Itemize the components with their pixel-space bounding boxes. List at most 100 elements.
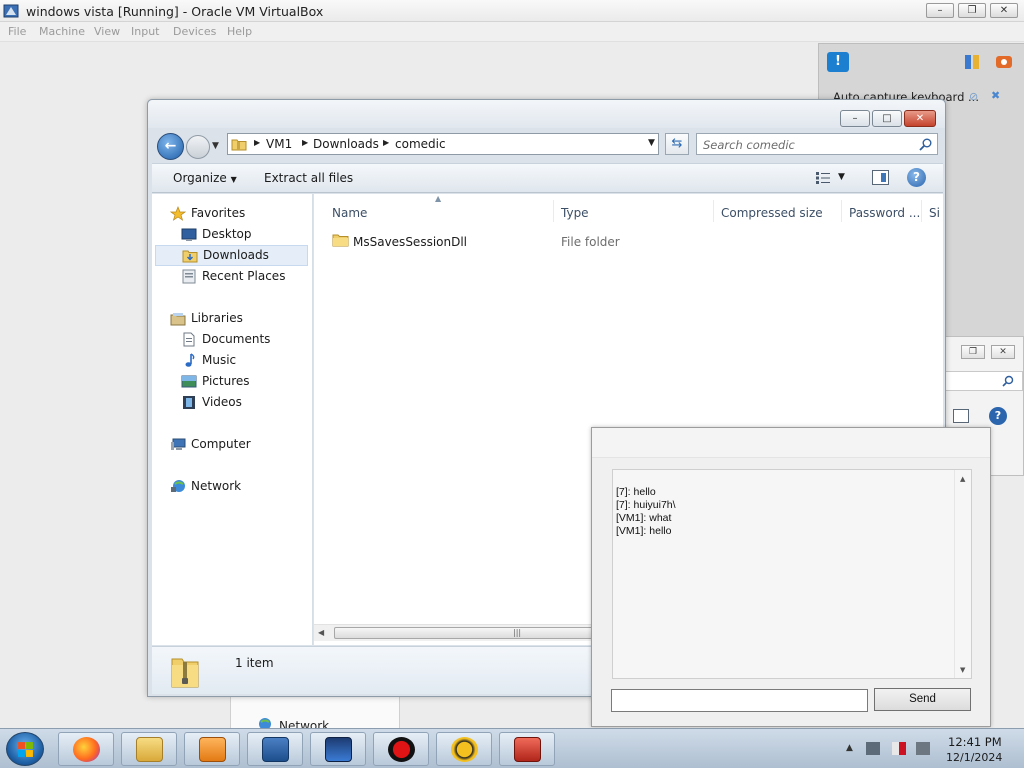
navigation-pane: Favorites Desktop Downloads Recent Place… <box>152 194 313 645</box>
menu-view[interactable]: View <box>94 25 120 38</box>
breadcrumb-arrow-icon[interactable]: ▶ <box>254 138 260 147</box>
capture-icon <box>996 56 1012 68</box>
start-button[interactable] <box>6 732 44 766</box>
item-count: 1 item <box>235 656 274 670</box>
menu-file[interactable]: File <box>8 25 26 38</box>
views-dropdown-icon[interactable]: ▼ <box>838 172 845 182</box>
taskbar-toolbox[interactable] <box>499 732 555 766</box>
close-notice-icon[interactable]: ✖ <box>991 89 1000 102</box>
minimize-button[interactable]: – <box>926 3 954 18</box>
preview-pane-icon[interactable] <box>872 170 889 185</box>
taskbar-explorer[interactable] <box>121 732 177 766</box>
breadcrumb-arrow-icon[interactable]: ▶ <box>302 138 308 147</box>
taskbar-remote-app[interactable] <box>436 732 492 766</box>
close-button[interactable]: ✕ <box>990 3 1018 18</box>
clock-time[interactable]: 12:41 PM <box>948 735 1002 749</box>
recent-pages-dropdown[interactable]: ▼ <box>212 141 219 151</box>
volume-muted-icon[interactable] <box>916 742 930 755</box>
breadcrumb-comedic[interactable]: comedic <box>395 137 446 151</box>
nav-pictures[interactable]: Pictures <box>181 372 301 392</box>
grip-icon: ||| <box>513 628 522 637</box>
back-button[interactable]: ← <box>157 133 184 160</box>
organize-button[interactable]: Organize ▼ <box>173 171 237 185</box>
record-icon <box>388 737 415 762</box>
virtualbox-icon <box>3 4 19 18</box>
nav-music[interactable]: Music <box>181 351 301 371</box>
menu-input[interactable]: Input <box>131 25 159 38</box>
mute-notice-icon[interactable]: ⊘ <box>969 90 978 103</box>
nav-label: Music <box>202 353 237 367</box>
pictures-icon <box>181 375 197 388</box>
nav-favorites[interactable]: Favorites <box>170 204 290 224</box>
views-icon[interactable] <box>815 171 831 185</box>
nav-recent-places[interactable]: Recent Places <box>181 267 311 287</box>
scroll-down-icon[interactable]: ▼ <box>960 666 965 674</box>
toolbox-icon <box>514 737 541 762</box>
taskbar-firefox[interactable] <box>58 732 114 766</box>
taskbar-recorder[interactable] <box>373 732 429 766</box>
scroll-left-icon[interactable]: ◀ <box>318 628 324 637</box>
guest-desktop: ! Auto capture keyboard ... ⊘ ✖ ❐ ✕ ? Ne… <box>0 42 1024 768</box>
info-icon: ! <box>827 52 849 72</box>
taskbar-virtualbox[interactable] <box>247 732 303 766</box>
close-button[interactable]: ✕ <box>904 110 936 127</box>
breadcrumb-arrow-icon[interactable]: ▶ <box>383 138 389 147</box>
address-dropdown-icon[interactable]: ▼ <box>648 138 655 148</box>
message-input[interactable] <box>611 689 868 712</box>
breadcrumb-vm1[interactable]: VM1 <box>266 137 292 151</box>
flag-tray-icon[interactable] <box>892 742 906 755</box>
table-row[interactable]: MsSavesSessionDll File folder <box>314 194 943 254</box>
minimize-button[interactable]: – <box>840 110 870 127</box>
search-icon[interactable] <box>919 138 932 151</box>
file-name[interactable]: MsSavesSessionDll <box>353 235 467 249</box>
send-button[interactable]: Send <box>874 688 971 711</box>
bg-search-box[interactable] <box>945 371 1023 391</box>
help-icon[interactable]: ? <box>989 407 1007 425</box>
chat-window: [7]: hello [7]: huiyui7h\ [VM1]: what [V… <box>591 427 991 727</box>
vertical-scrollbar[interactable]: ▲ ▼ <box>954 470 971 678</box>
restore-button[interactable]: ❐ <box>958 3 986 18</box>
nav-documents[interactable]: Documents <box>181 330 301 350</box>
menu-devices[interactable]: Devices <box>173 25 216 38</box>
nav-label: Libraries <box>191 311 243 325</box>
computer-icon <box>171 438 186 450</box>
address-bar[interactable]: ▶ VM1 ▶ Downloads ▶ comedic ▼ <box>227 133 659 155</box>
explorer-titlebar: – □ ✕ <box>148 100 945 128</box>
refresh-button[interactable]: ⇆ <box>665 133 689 155</box>
menu-help[interactable]: Help <box>227 25 252 38</box>
nav-downloads[interactable]: Downloads <box>155 245 308 266</box>
chat-message: [VM1]: hello <box>616 525 672 537</box>
maximize-button[interactable]: □ <box>872 110 902 127</box>
nav-label: Documents <box>202 332 271 346</box>
forward-button[interactable] <box>186 135 210 159</box>
nav-libraries[interactable]: Libraries <box>170 309 290 329</box>
bg-restore-button[interactable]: ❐ <box>961 345 985 359</box>
nav-label: Network <box>191 479 242 493</box>
nav-videos[interactable]: Videos <box>181 393 301 413</box>
preview-pane-icon[interactable] <box>953 409 969 423</box>
show-hidden-icons[interactable]: ▲ <box>846 743 853 753</box>
taskbar-media-player[interactable] <box>184 732 240 766</box>
nav-desktop[interactable]: Desktop <box>181 225 301 245</box>
taskbar-vista-app[interactable] <box>310 732 366 766</box>
nav-network[interactable]: Network <box>170 477 290 497</box>
downloads-folder-icon <box>182 250 198 263</box>
clock-date[interactable]: 12/1/2024 <box>946 751 1002 764</box>
nav-label: Downloads <box>203 248 269 262</box>
file-type: File folder <box>561 235 620 249</box>
chat-titlebar[interactable] <box>592 428 990 458</box>
breadcrumb-downloads[interactable]: Downloads <box>313 137 379 151</box>
help-icon[interactable]: ? <box>907 168 926 187</box>
chat-log: [7]: hello [7]: huiyui7h\ [VM1]: what [V… <box>612 469 972 679</box>
star-icon <box>170 206 186 221</box>
scroll-up-icon[interactable]: ▲ <box>960 475 965 483</box>
extract-all-files-button[interactable]: Extract all files <box>264 171 353 185</box>
virtualbox-icon <box>262 737 289 762</box>
menu-machine[interactable]: Machine <box>39 25 85 38</box>
nav-label: Videos <box>202 395 242 409</box>
nav-computer[interactable]: Computer <box>170 435 290 455</box>
bg-close-button[interactable]: ✕ <box>991 345 1015 359</box>
documents-icon <box>183 332 195 347</box>
network-tray-icon[interactable] <box>866 742 880 755</box>
search-input[interactable] <box>703 137 903 152</box>
